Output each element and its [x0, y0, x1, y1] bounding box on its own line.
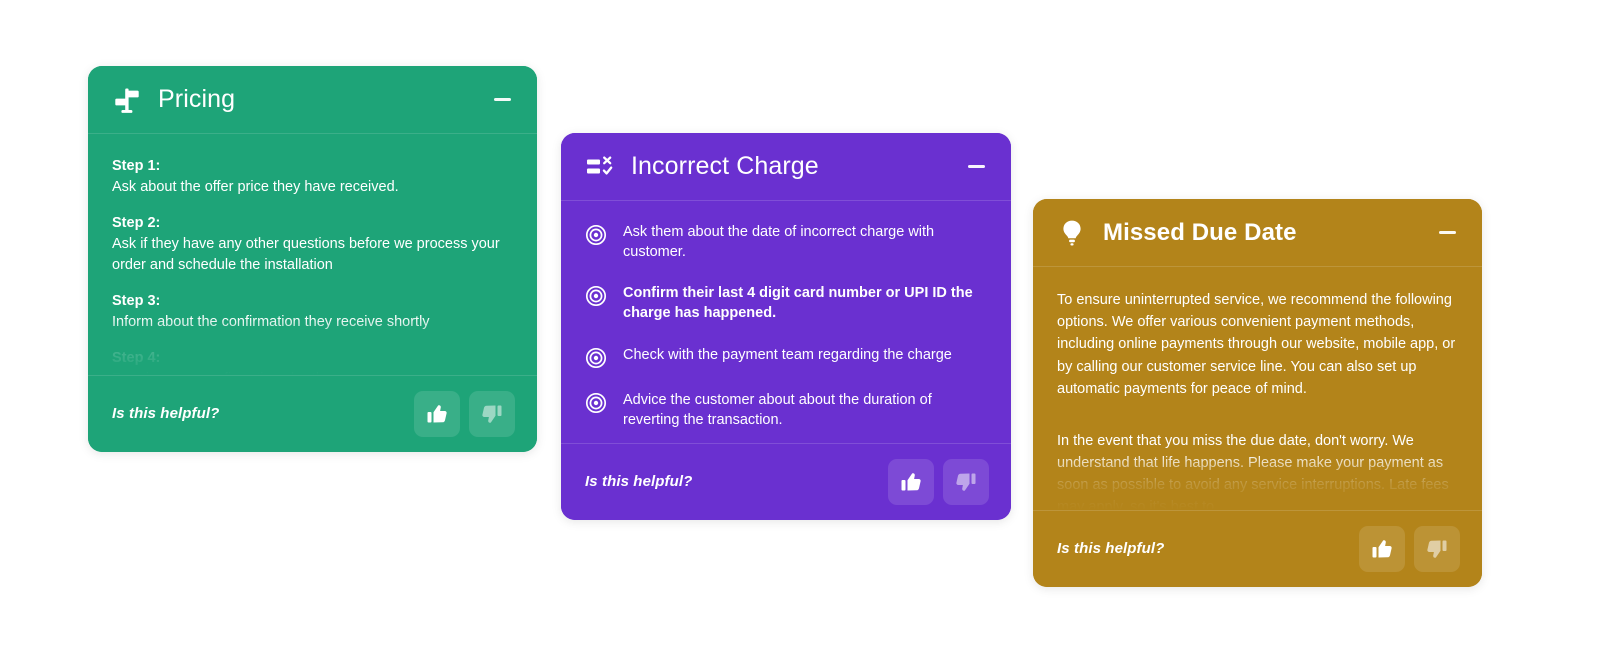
minimize-icon	[967, 165, 985, 168]
thumbs-down-button[interactable]	[1414, 525, 1460, 572]
minimize-button-missed-due-date[interactable]	[1434, 220, 1460, 246]
thumbs-up-button[interactable]	[888, 458, 934, 505]
target-icon	[585, 392, 607, 414]
thumbs-up-icon	[901, 472, 921, 490]
paragraph: In the event that you miss the due date,…	[1057, 432, 1449, 510]
step-item: Step 3: Inform about the confirmation th…	[112, 291, 513, 333]
card-header-missed-due-date: Missed Due Date	[1033, 199, 1482, 266]
bullet-text: Advice the customer about about the dura…	[623, 391, 932, 428]
helpful-prompt: Is this helpful?	[585, 473, 693, 490]
bullet-item: Check with the payment team regarding th…	[585, 346, 987, 369]
step-item: Step 4: Receive your confirmation shortl…	[112, 348, 513, 375]
step-label: Step 4:	[112, 350, 161, 367]
card-footer-incorrect-charge: Is this helpful?	[561, 443, 1011, 520]
vote-group	[1359, 525, 1460, 572]
thumbs-up-icon	[1372, 539, 1392, 557]
bullet-text: Confirm their last 4 digit card number o…	[623, 285, 973, 322]
step-label: Step 3:	[112, 293, 161, 310]
list-check-cross-icon	[585, 152, 615, 182]
thumbs-down-button[interactable]	[469, 390, 515, 437]
card-body-pricing: Step 1: Ask about the offer price they h…	[88, 134, 537, 375]
paragraph: To ensure uninterrupted service, we reco…	[1057, 292, 1456, 397]
step-label: Step 2:	[112, 215, 161, 232]
card-body-missed-due-date: To ensure uninterrupted service, we reco…	[1033, 267, 1482, 510]
card-body-incorrect-charge: Ask them about the date of incorrect cha…	[561, 201, 1011, 443]
step-text: Inform about the confirmation they recei…	[112, 314, 430, 331]
thumbs-down-icon	[1427, 540, 1447, 558]
target-icon	[585, 347, 607, 369]
step-text: Ask if they have any other questions bef…	[112, 236, 500, 274]
minimize-icon	[1438, 231, 1456, 234]
vote-group	[414, 390, 515, 437]
thumbs-up-icon	[427, 404, 447, 422]
card-missed-due-date[interactable]: Missed Due Date To ensure uninterrupted …	[1033, 199, 1482, 587]
vote-group	[888, 458, 989, 505]
thumbs-down-button[interactable]	[943, 458, 989, 505]
card-pricing[interactable]: Pricing Step 1: Ask about the offer pric…	[88, 66, 537, 452]
card-header-pricing: Pricing	[88, 66, 537, 133]
minimize-button-incorrect-charge[interactable]	[963, 154, 989, 180]
bullet-text: Check with the payment team regarding th…	[623, 346, 952, 363]
target-icon	[585, 285, 607, 307]
step-text: Ask about the offer price they have rece…	[112, 179, 399, 196]
card-footer-pricing: Is this helpful?	[88, 375, 537, 452]
helpful-prompt: Is this helpful?	[1057, 540, 1165, 557]
card-header-incorrect-charge: Incorrect Charge	[561, 133, 1011, 200]
card-footer-missed-due-date: Is this helpful?	[1033, 510, 1482, 587]
step-label: Step 1:	[112, 158, 161, 174]
minimize-button-pricing[interactable]	[489, 87, 515, 113]
thumbs-up-button[interactable]	[1359, 525, 1405, 572]
helpful-prompt: Is this helpful?	[112, 405, 220, 422]
card-incorrect-charge[interactable]: Incorrect Charge Ask them about the date…	[561, 133, 1011, 520]
bullet-item: Ask them about the date of incorrect cha…	[585, 223, 987, 262]
bullet-item: Advice the customer about about the dura…	[585, 391, 987, 430]
card-title-missed-due-date: Missed Due Date	[1103, 218, 1297, 246]
footer-divider	[88, 375, 537, 376]
bullet-text: Ask them about the date of incorrect cha…	[623, 224, 935, 260]
step-item: Step 2: Ask if they have any other quest…	[112, 213, 513, 276]
thumbs-up-button[interactable]	[414, 390, 460, 437]
target-icon	[585, 224, 607, 246]
footer-divider	[561, 443, 1011, 444]
step-item: Step 1: Ask about the offer price they h…	[112, 156, 513, 198]
lightbulb-icon	[1057, 218, 1087, 248]
bullet-item: Confirm their last 4 digit card number o…	[585, 284, 987, 323]
thumbs-down-icon	[482, 405, 502, 423]
minimize-icon	[493, 98, 511, 101]
thumbs-down-icon	[956, 473, 976, 491]
card-title-incorrect-charge: Incorrect Charge	[631, 152, 819, 180]
cards-canvas: Pricing Step 1: Ask about the offer pric…	[0, 0, 1600, 670]
footer-divider	[1033, 510, 1482, 511]
signpost-icon	[112, 85, 142, 115]
card-title-pricing: Pricing	[158, 85, 236, 113]
